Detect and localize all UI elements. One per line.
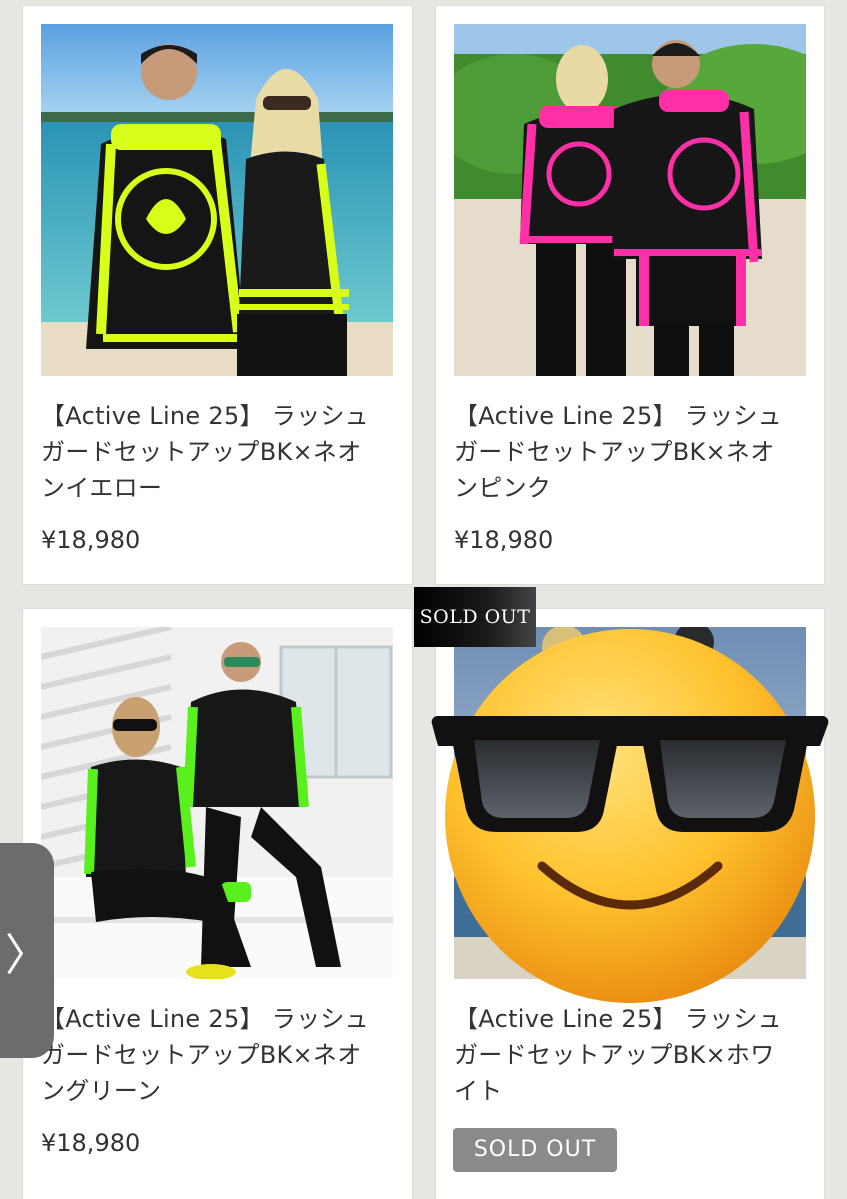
product-image bbox=[41, 627, 393, 979]
product-photo[interactable] bbox=[41, 24, 393, 376]
product-photo[interactable] bbox=[41, 627, 393, 979]
product-price: ¥18,980 bbox=[454, 526, 554, 554]
product-image bbox=[41, 24, 393, 376]
next-slide-button[interactable]: 〉 bbox=[0, 843, 54, 1058]
chevron-right-icon: 〉 bbox=[5, 929, 49, 981]
product-photo[interactable] bbox=[454, 24, 806, 376]
product-card[interactable]: 【Active Line 25】 ラッシュ ガードセットアップBK×ネオ ングリ… bbox=[23, 609, 412, 1199]
sunglasses-emoji-icon bbox=[431, 629, 829, 1003]
sold-out-banner: SOLD OUT bbox=[414, 587, 536, 647]
product-title[interactable]: 【Active Line 25】 ラッシュ ガードセットアップBK×ネオ ンイエ… bbox=[41, 398, 393, 506]
product-price: ¥18,980 bbox=[41, 1129, 141, 1157]
product-image bbox=[454, 24, 806, 376]
product-title[interactable]: 【Active Line 25】 ラッシュ ガードセットアップBK×ネオ ンピン… bbox=[454, 398, 806, 506]
product-title[interactable]: 【Active Line 25】 ラッシュ ガードセットアップBK×ホワ イト bbox=[454, 1001, 806, 1109]
sold-out-badge: SOLD OUT bbox=[453, 1128, 617, 1172]
product-card[interactable]: 【Active Line 25】 ラッシュ ガードセットアップBK×ネオ ンピン… bbox=[436, 6, 824, 584]
product-price: ¥18,980 bbox=[41, 526, 141, 554]
product-title[interactable]: 【Active Line 25】 ラッシュ ガードセットアップBK×ネオ ングリ… bbox=[41, 1001, 393, 1109]
product-card[interactable]: 【Active Line 25】 ラッシュ ガードセットアップBK×ネオ ンイエ… bbox=[23, 6, 412, 584]
